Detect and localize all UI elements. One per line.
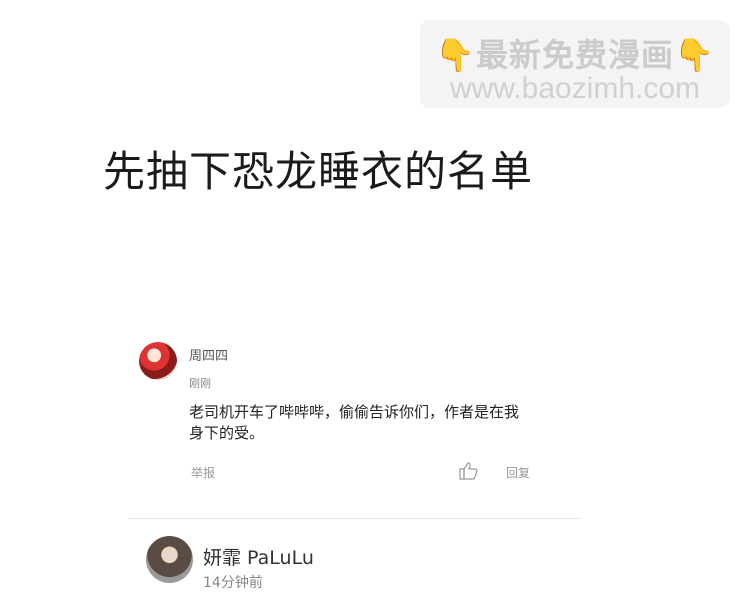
pointing-down-hand-icon: 👇	[674, 36, 715, 74]
comment-timestamp: 14分钟前	[203, 575, 263, 591]
reply-button[interactable]: 回复	[506, 464, 530, 481]
watermark-url: www.baozimh.com	[449, 72, 701, 105]
page-headline: 先抽下恐龙睡衣的名单	[103, 147, 534, 196]
pointing-down-hand-icon: 👇	[435, 36, 476, 74]
watermark-banner: 👇最新免费漫画👇 www.baozimh.com	[420, 20, 730, 108]
avatar[interactable]	[139, 342, 177, 380]
avatar[interactable]	[146, 536, 193, 583]
watermark-title: 👇最新免费漫画👇	[420, 30, 730, 76]
comment-username[interactable]: 妍霏 PaLuLu	[203, 543, 314, 570]
thumbs-up-icon[interactable]	[458, 462, 480, 480]
comment-username[interactable]: 周四四	[189, 345, 228, 364]
comment-text: 老司机开车了哔哔哔，偷偷告诉你们，作者是在我身下的受。	[189, 403, 520, 442]
comment-divider	[128, 518, 582, 519]
comment-timestamp: 刚刚	[189, 377, 211, 390]
report-button[interactable]: 举报	[191, 464, 215, 481]
watermark-title-text: 最新免费漫画	[475, 36, 674, 74]
